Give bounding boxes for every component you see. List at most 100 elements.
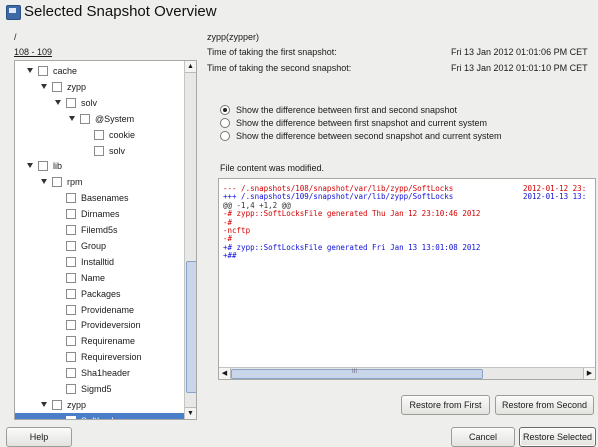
- tree-item-checkbox[interactable]: [66, 304, 76, 315]
- radio-button-icon[interactable]: [220, 131, 230, 141]
- expand-arrow-icon[interactable]: [55, 99, 61, 105]
- expand-arrow-icon[interactable]: [27, 68, 33, 73]
- current-path: /: [14, 32, 17, 42]
- tree-item[interactable]: rpm: [15, 174, 185, 190]
- tree-item-checkbox[interactable]: [38, 66, 48, 76]
- snapshot-range: 108 - 109: [14, 47, 53, 57]
- tree-item-checkbox[interactable]: [52, 177, 62, 188]
- scroll-down-icon[interactable]: ▼: [185, 407, 196, 419]
- diff-line-date: 2012-01-13 13:: [523, 192, 587, 202]
- radio-label: Show the difference between first and se…: [236, 105, 457, 115]
- tree-item[interactable]: solv: [15, 143, 185, 159]
- tree-item[interactable]: Sha1header: [15, 365, 185, 381]
- tree-item[interactable]: cookie: [15, 127, 185, 143]
- tree-item-label: Basenames: [81, 193, 129, 204]
- tree-item-checkbox[interactable]: [66, 320, 76, 331]
- tree-item[interactable]: zypp: [15, 79, 185, 95]
- tree-item-checkbox[interactable]: [38, 161, 48, 172]
- diff-status-text: File content was modified.: [220, 163, 325, 173]
- window-title: Selected Snapshot Overview: [24, 3, 217, 20]
- expand-arrow-icon[interactable]: [41, 83, 47, 89]
- tree-item[interactable]: solv: [15, 95, 185, 111]
- tree-item-label: solv: [81, 97, 98, 108]
- help-button[interactable]: Help: [6, 427, 72, 447]
- scroll-up-icon[interactable]: ▲: [185, 61, 196, 73]
- radio-label: Show the difference between second snaps…: [236, 131, 502, 141]
- expand-arrow-icon[interactable]: [41, 179, 47, 185]
- radio-button-icon[interactable]: [220, 118, 230, 128]
- tree-item-label: Dirnames: [81, 209, 120, 220]
- restore-from-first-button[interactable]: Restore from First: [401, 395, 490, 415]
- tree-item-label: Sigmd5: [81, 384, 112, 394]
- title-bar: Selected Snapshot Overview: [0, 0, 598, 26]
- expand-arrow-icon[interactable]: [69, 115, 75, 121]
- tree-item-checkbox[interactable]: [94, 145, 104, 156]
- radio-label: Show the difference between first snapsh…: [236, 118, 487, 128]
- tree-item-checkbox[interactable]: [66, 225, 76, 235]
- tree-item[interactable]: Filemd5s: [15, 222, 185, 238]
- tree-item[interactable]: Installtid: [15, 254, 185, 270]
- tree-item-checkbox[interactable]: [66, 352, 76, 363]
- tree-item[interactable]: cache: [15, 63, 185, 79]
- tree-scroll-thumb[interactable]: [186, 261, 196, 393]
- scroll-right-icon[interactable]: ▶: [583, 368, 595, 379]
- tree-item[interactable]: lib: [15, 158, 185, 174]
- tree-item-label: zypp: [67, 81, 87, 92]
- diff-line: +##: [223, 251, 237, 261]
- tree-item[interactable]: Requireversion: [15, 349, 185, 365]
- tree-item-label: Provideversion: [81, 320, 141, 331]
- tree-item-label: Requireversion: [81, 352, 142, 363]
- tree-item-checkbox[interactable]: [66, 240, 76, 251]
- tree-item[interactable]: Provideversion: [15, 317, 185, 333]
- tree-item[interactable]: Basenames: [15, 190, 185, 206]
- tree-item-label: rpm: [67, 177, 83, 188]
- tree-item[interactable]: Dirnames: [15, 206, 185, 222]
- radio-button-icon[interactable]: [220, 105, 230, 115]
- tree-item-checkbox[interactable]: [66, 97, 76, 108]
- diff-line: -# zypp::SoftLocksFile generated Thu Jan…: [223, 209, 481, 219]
- tree-item[interactable]: Packages: [15, 286, 185, 302]
- file-tree[interactable]: cache zypp solv @System cookie solv lib rpm Base…: [14, 60, 197, 420]
- tree-item-label: Group: [81, 240, 107, 251]
- tree-item-checkbox[interactable]: [66, 336, 76, 347]
- tree-item-checkbox[interactable]: [66, 415, 76, 419]
- tree-item-checkbox[interactable]: [80, 113, 90, 124]
- tree-item-label: solv: [109, 145, 126, 156]
- tree-vertical-scrollbar[interactable]: ▲ ▼: [184, 61, 196, 419]
- second-snapshot-label: Time of taking the second snapshot:: [207, 63, 352, 73]
- tree-item[interactable]: zypp: [15, 397, 185, 413]
- tree-item-checkbox[interactable]: [66, 272, 76, 283]
- tree-item-checkbox[interactable]: [66, 368, 76, 379]
- tree-item-checkbox[interactable]: [66, 288, 76, 299]
- tree-item[interactable]: Providename: [15, 302, 185, 318]
- tree-item-checkbox[interactable]: [66, 384, 76, 394]
- restore-selected-button[interactable]: Restore Selected: [519, 427, 596, 447]
- diff-horizontal-scrollbar[interactable]: ◀ III ▶: [219, 367, 595, 379]
- snapshot-window-icon: [6, 5, 21, 20]
- tree-item[interactable]: SoftLocks: [15, 412, 185, 419]
- tree-item[interactable]: Name: [15, 270, 185, 286]
- tree-item-checkbox[interactable]: [52, 399, 62, 410]
- tree-item[interactable]: Requirename: [15, 333, 185, 349]
- tree-item-label: Packages: [81, 288, 121, 299]
- tree-item[interactable]: @System: [15, 111, 185, 127]
- tree-item-label: @System: [95, 113, 135, 124]
- cancel-button[interactable]: Cancel: [451, 427, 515, 447]
- diff-scroll-thumb[interactable]: III: [231, 369, 483, 379]
- expand-arrow-icon[interactable]: [41, 401, 47, 407]
- diff-view[interactable]: --- /.snapshots/108/snapshot/var/lib/zyp…: [218, 178, 596, 380]
- diff-line: +# zypp::SoftLocksFile generated Fri Jan…: [223, 242, 481, 252]
- restore-from-second-button[interactable]: Restore from Second: [495, 395, 594, 415]
- tree-item-label: zypp: [67, 399, 87, 410]
- tree-item-checkbox[interactable]: [94, 129, 104, 140]
- tree-item-label: cache: [53, 66, 78, 76]
- tree-item[interactable]: Sigmd5: [15, 381, 185, 397]
- tree-item-checkbox[interactable]: [66, 209, 76, 220]
- scroll-left-icon[interactable]: ◀: [219, 368, 231, 379]
- tree-item-checkbox[interactable]: [52, 81, 62, 92]
- tree-item-label: Requirename: [81, 336, 136, 347]
- expand-arrow-icon[interactable]: [27, 163, 33, 169]
- tree-item-checkbox[interactable]: [66, 256, 76, 267]
- tree-item[interactable]: Group: [15, 238, 185, 254]
- tree-item-checkbox[interactable]: [66, 193, 76, 204]
